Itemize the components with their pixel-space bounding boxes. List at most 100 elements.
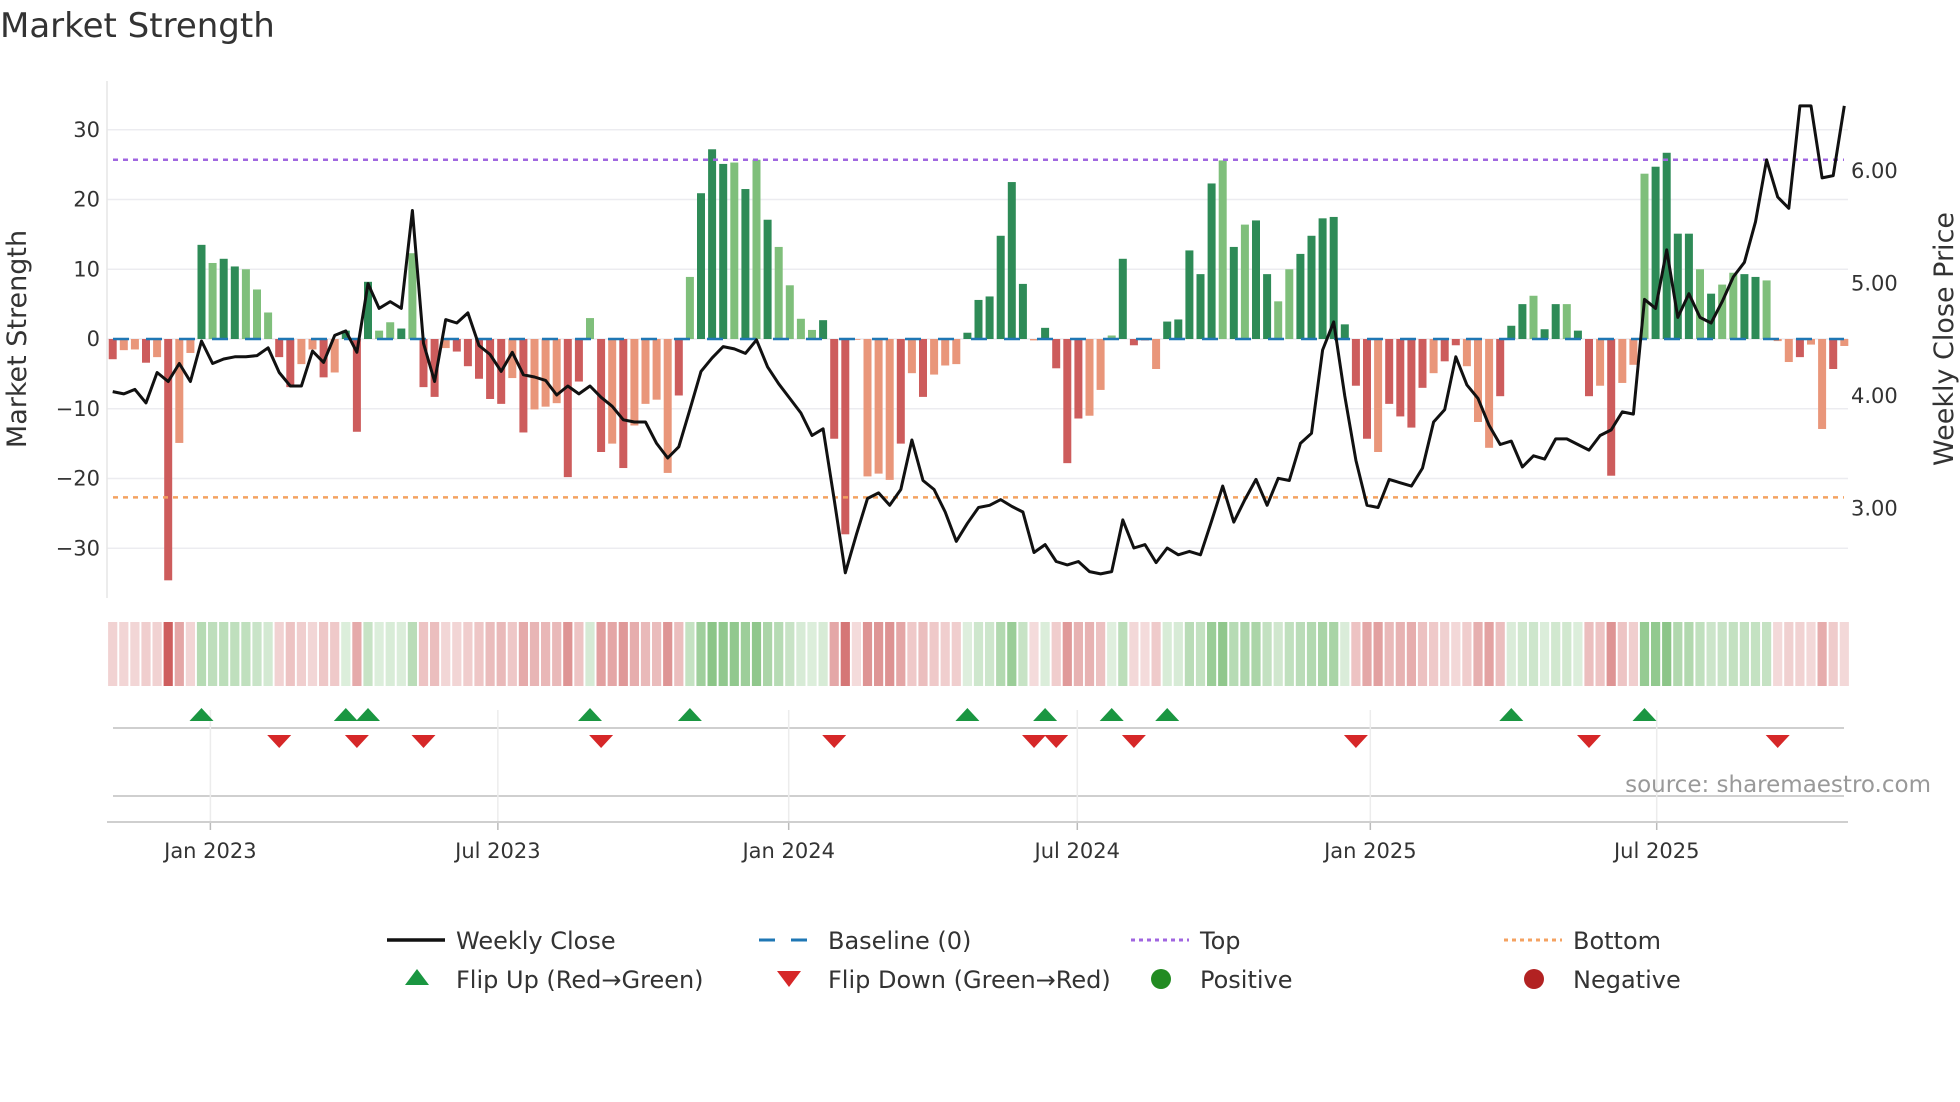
legend-label: Top <box>1199 927 1241 955</box>
legend-item-top: Top <box>1131 927 1241 955</box>
heat-strip-cell <box>874 622 884 686</box>
legend-item-baseline: Baseline (0) <box>759 927 971 955</box>
legend-label: Bottom <box>1573 927 1661 955</box>
strength-bar <box>1662 152 1671 339</box>
flip-down-marker <box>411 735 436 748</box>
legend-label: Flip Up (Red→Green) <box>456 966 704 994</box>
strength-bar <box>142 339 150 363</box>
strength-bar <box>996 235 1005 339</box>
strength-bar <box>275 339 284 358</box>
heat-strip-cell <box>563 622 573 686</box>
strength-bar <box>1074 339 1083 419</box>
heat-strip-cell <box>263 622 273 686</box>
strength-bar <box>819 320 828 339</box>
x-tick-label: Jan 2025 <box>1322 839 1417 863</box>
heat-strip-cell <box>1473 622 1483 686</box>
strength-bar <box>652 339 661 400</box>
strength-bar <box>697 193 705 339</box>
strength-bar <box>1163 321 1172 339</box>
strength-bar <box>408 253 417 339</box>
heat-strip-cell <box>1129 622 1139 686</box>
strength-bar <box>1474 339 1482 423</box>
heat-strip-cell <box>774 622 784 686</box>
strength-bar <box>796 318 805 339</box>
heat-strip-cell <box>407 622 417 686</box>
strength-bar <box>1607 339 1616 476</box>
heat-strip-cell <box>618 622 628 686</box>
heat-strip-cell <box>1684 622 1694 686</box>
market-strength-chart: 30 20 10 0 −10 −20 −30 6.00 5.00 4.00 3.00 Jan 2023… <box>2 81 1960 994</box>
strength-bar <box>1340 324 1349 339</box>
heat-strip-cell <box>319 622 329 686</box>
heat-strip-cell <box>552 622 562 686</box>
heat-strip-cell <box>507 622 517 686</box>
strength-bar <box>1085 339 1094 416</box>
heat-strip-cell <box>1351 622 1361 686</box>
heat-strip-cell <box>1362 622 1372 686</box>
heat-strip-cell <box>1073 622 1083 686</box>
heat-strip-cell <box>962 622 972 686</box>
strength-bar <box>1762 280 1771 339</box>
heat-strip-cell <box>130 622 140 686</box>
heat-strip-cell <box>1806 622 1816 686</box>
circle-icon <box>1524 969 1544 989</box>
flip-down-marker <box>1044 735 1069 748</box>
y-tick-label: 30 <box>73 118 100 142</box>
legend-label: Negative <box>1573 966 1681 994</box>
strength-bar <box>752 159 761 339</box>
strength-bar <box>1585 339 1593 397</box>
heat-strip-cell <box>1584 622 1594 686</box>
strength-bar <box>885 339 894 480</box>
strength-heat-strip <box>108 622 1849 686</box>
heat-strip-cell <box>418 622 429 686</box>
heat-strip-cell <box>1173 622 1183 686</box>
flip-up-marker <box>955 708 980 721</box>
heat-strip-cell <box>940 622 950 686</box>
heat-strip-cell <box>196 622 207 686</box>
heat-strip-cell <box>1107 622 1117 686</box>
heat-strip-cell <box>574 622 584 686</box>
strength-bar <box>1052 339 1061 369</box>
heat-strip-cell <box>541 622 551 686</box>
strength-bar <box>1784 339 1793 363</box>
heat-strip-cell <box>174 622 184 686</box>
heat-strip-cell <box>1429 622 1439 686</box>
heat-strip-cell <box>1573 622 1583 686</box>
strength-bar <box>1429 339 1438 374</box>
heat-strip-cell <box>1084 622 1095 686</box>
strength-bar <box>530 339 539 410</box>
heat-strip-cell <box>1207 622 1217 686</box>
strength-bar <box>608 339 617 444</box>
strength-bar <box>1374 339 1383 452</box>
strength-bar <box>863 339 872 477</box>
y2-tick-label: 5.00 <box>1851 272 1898 296</box>
strength-bar <box>563 339 572 478</box>
strength-bar <box>1451 339 1460 346</box>
y-tick-label: −30 <box>56 536 100 560</box>
legend-label: Weekly Close <box>456 927 616 955</box>
heat-strip-cell <box>1318 622 1328 686</box>
heat-strip-cell <box>1184 622 1194 686</box>
heat-strip-cell <box>1495 622 1505 686</box>
heat-strip-cell <box>1551 622 1561 686</box>
strength-bar <box>286 339 295 388</box>
strength-bar <box>1751 276 1760 339</box>
strength-bar <box>586 318 594 339</box>
legend-item-bottom: Bottom <box>1504 927 1661 955</box>
x-tick-label: Jul 2025 <box>1612 839 1699 863</box>
strength-bar <box>985 296 994 339</box>
heat-strip-cell <box>1651 622 1661 686</box>
strength-bar <box>1174 319 1183 339</box>
strength-bar <box>719 163 728 339</box>
heat-strip-cell <box>1195 622 1206 686</box>
heat-strip-cell <box>1018 622 1028 686</box>
y2-tick-label: 3.00 <box>1851 497 1898 521</box>
heat-strip-cell <box>1029 622 1039 686</box>
x-tick-label: Jul 2023 <box>453 839 540 863</box>
strength-bar <box>1007 182 1016 339</box>
flip-up-marker <box>1033 708 1058 721</box>
flip-markers-panel <box>113 708 1844 822</box>
strength-bar <box>1507 325 1516 339</box>
legend-item-flip-up: Flip Up (Red→Green) <box>405 966 704 994</box>
heat-strip-cell <box>296 622 306 686</box>
